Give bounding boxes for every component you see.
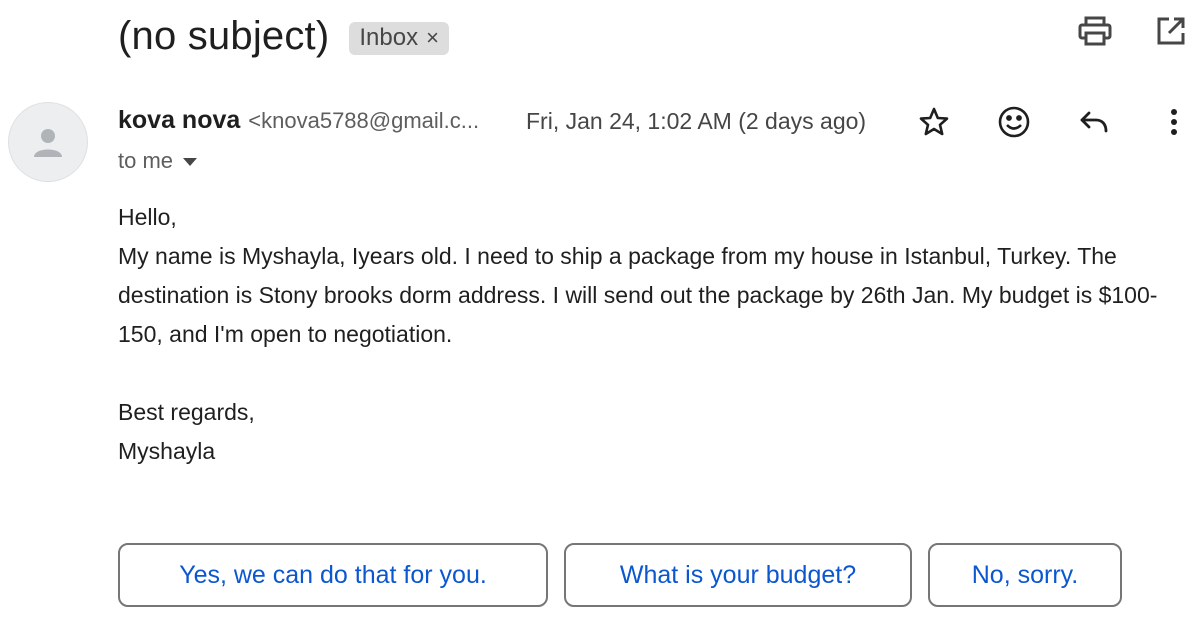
smart-reply-button[interactable]: No, sorry. <box>928 543 1122 607</box>
star-icon[interactable] <box>912 100 956 144</box>
emoji-icon[interactable] <box>992 100 1036 144</box>
remove-label-button[interactable]: × <box>426 25 439 51</box>
subject-row: (no subject) Inbox × <box>118 8 449 64</box>
body-paragraph: My name is Myshayla, Iyears old. I need … <box>118 243 1158 347</box>
top-toolbar <box>1076 12 1190 50</box>
person-icon <box>34 129 62 157</box>
sent-date: Fri, Jan 24, 1:02 AM (2 days ago) <box>526 108 867 134</box>
sender-line: kova nova <knova5788@gmail.c... <box>118 106 479 135</box>
recipient-line[interactable]: to me <box>118 148 198 174</box>
recipient-text: to me <box>118 148 174 173</box>
body-greeting: Hello, <box>118 204 177 230</box>
body-closing: Best regards, <box>118 399 255 425</box>
body-signature: Myshayla <box>118 438 216 464</box>
smart-reply-button[interactable]: What is your budget? <box>564 543 912 607</box>
sender-name[interactable]: kova nova <box>118 106 240 135</box>
open-in-new-window-icon[interactable] <box>1152 12 1190 50</box>
sender-email: <knova5788@gmail.c... <box>248 108 480 133</box>
email-subject: (no subject) <box>118 13 330 58</box>
inbox-label-chip[interactable]: Inbox × <box>349 21 449 55</box>
smart-reply-button[interactable]: Yes, we can do that for you. <box>118 543 548 607</box>
more-vert-icon[interactable] <box>1152 100 1196 144</box>
smart-replies: Yes, we can do that for you. What is you… <box>118 543 1122 607</box>
email-body: Hello, My name is Myshayla, Iyears old. … <box>118 198 1178 471</box>
reply-icon[interactable] <box>1072 100 1116 144</box>
print-icon[interactable] <box>1076 12 1114 50</box>
sender-avatar[interactable] <box>8 102 88 182</box>
label-text: Inbox <box>359 23 419 51</box>
email-view: (no subject) Inbox × kova nova <knova578… <box>0 0 1200 622</box>
chevron-down-icon[interactable] <box>183 158 198 166</box>
